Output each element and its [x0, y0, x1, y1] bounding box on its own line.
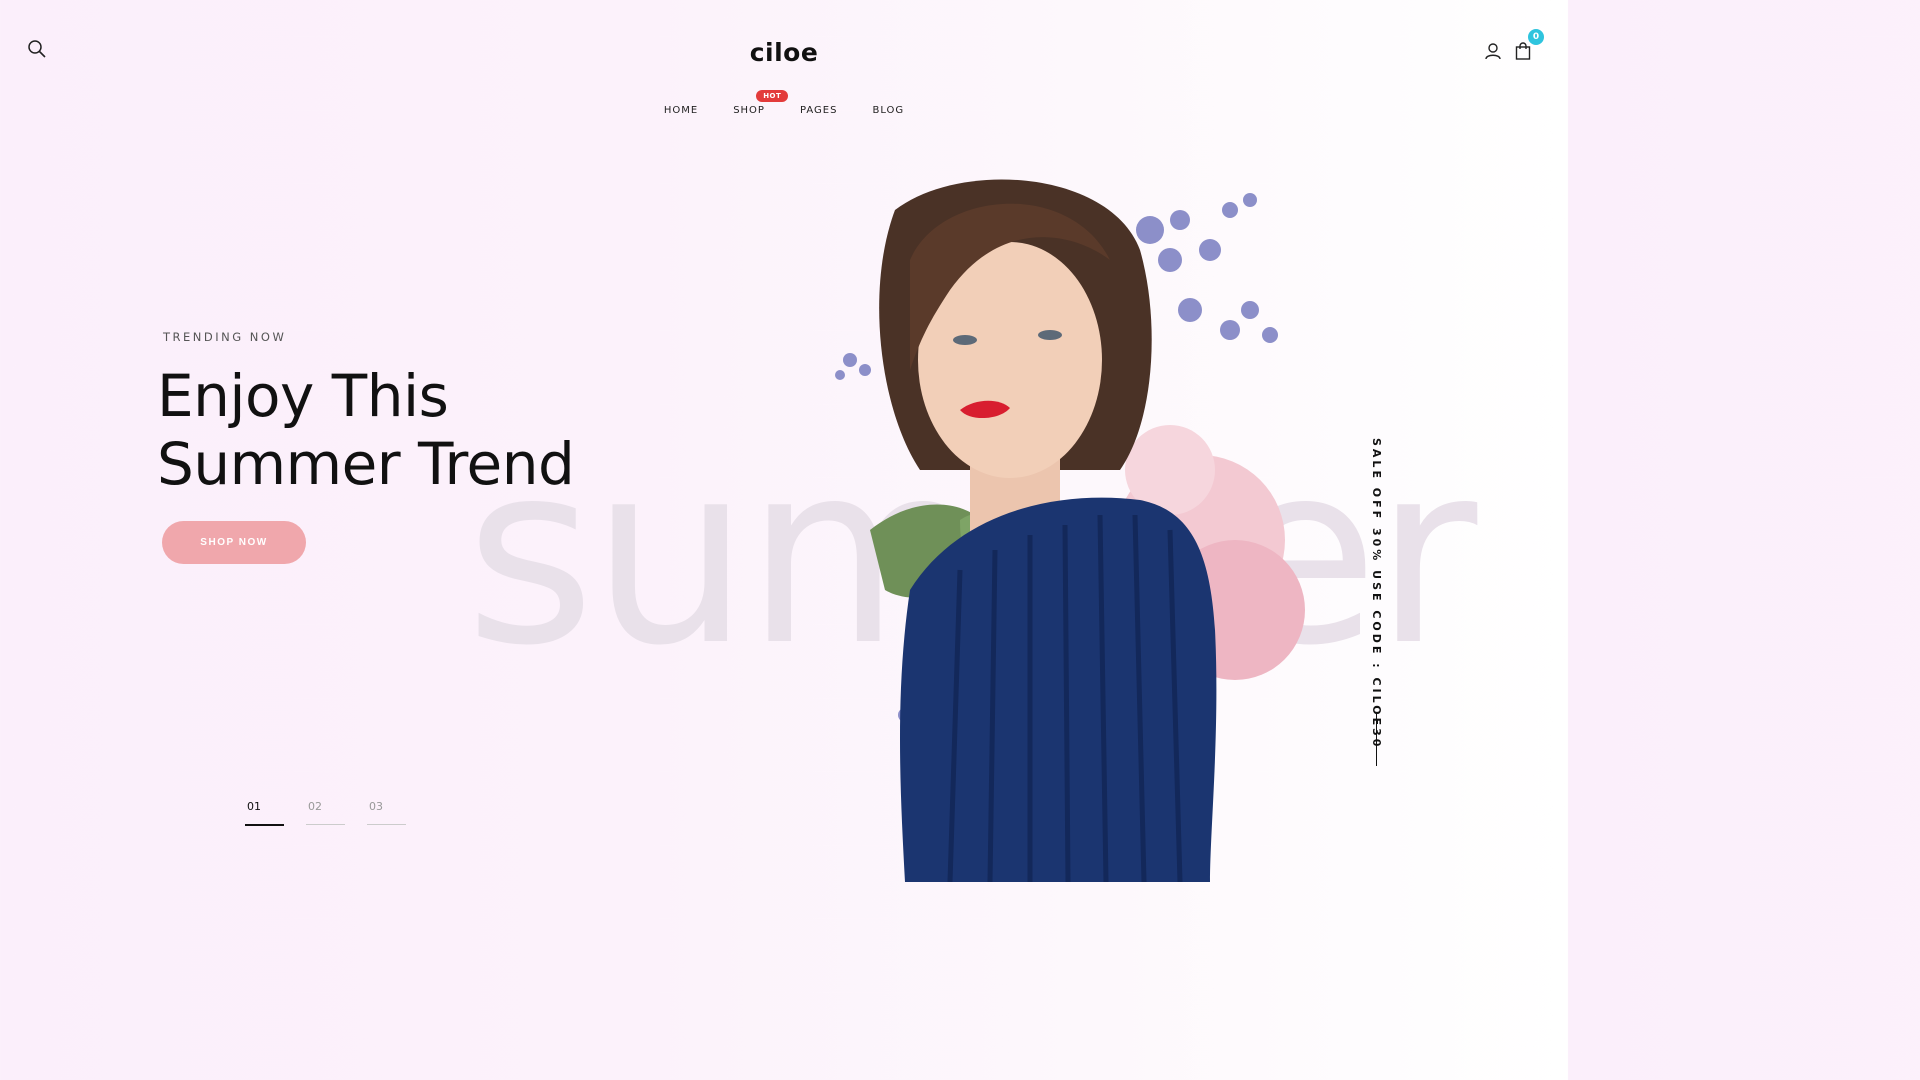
hero-headline-line2: Summer Trend	[157, 430, 575, 498]
cart-button[interactable]: 0	[1510, 29, 1544, 64]
promo-code-vertical: SALE OFF 30% USE CODE : CILOE30	[1370, 438, 1383, 750]
nav-shop-label: SHOP	[733, 105, 765, 116]
slide-tab-3[interactable]: 03	[367, 800, 406, 826]
slide-tab-2[interactable]: 02	[306, 800, 345, 826]
slide-tab-3-indicator	[367, 824, 406, 825]
slide-tab-2-label: 02	[308, 800, 322, 813]
slide-tab-1-label: 01	[247, 800, 261, 813]
shopping-bag-icon	[1515, 42, 1531, 60]
hero-subtitle: TRENDING NOW	[163, 330, 287, 344]
slide-tab-3-label: 03	[369, 800, 383, 813]
slide-tab-2-indicator	[306, 824, 345, 825]
hero-headline: Enjoy This Summer Trend	[157, 362, 575, 498]
nav-shop[interactable]: SHOP HOT	[733, 90, 789, 116]
nav-pages[interactable]: PAGES	[800, 105, 837, 116]
nav-home[interactable]: HOME	[664, 105, 698, 116]
site-header: ciloe 0 HOME SHOP HOT PAGES BLOG	[0, 0, 1568, 140]
cart-count-badge: 0	[1528, 29, 1544, 45]
site-logo[interactable]: ciloe	[0, 38, 1568, 67]
promo-divider-line	[1376, 713, 1377, 766]
slide-tab-1[interactable]: 01	[245, 800, 284, 826]
nav-blog[interactable]: BLOG	[872, 105, 904, 116]
slide-tab-1-indicator	[245, 824, 284, 826]
shop-now-button[interactable]: SHOP NOW	[162, 521, 306, 564]
account-button[interactable]	[1480, 38, 1506, 64]
hot-badge: HOT	[756, 90, 789, 102]
model-illustration	[835, 179, 1305, 883]
hero-model-image	[810, 170, 1310, 883]
hero-headline-line1: Enjoy This	[157, 362, 449, 430]
user-icon	[1485, 43, 1501, 60]
slider-pagination: 01 02 03	[245, 800, 406, 826]
main-nav: HOME SHOP HOT PAGES BLOG	[0, 90, 1568, 116]
